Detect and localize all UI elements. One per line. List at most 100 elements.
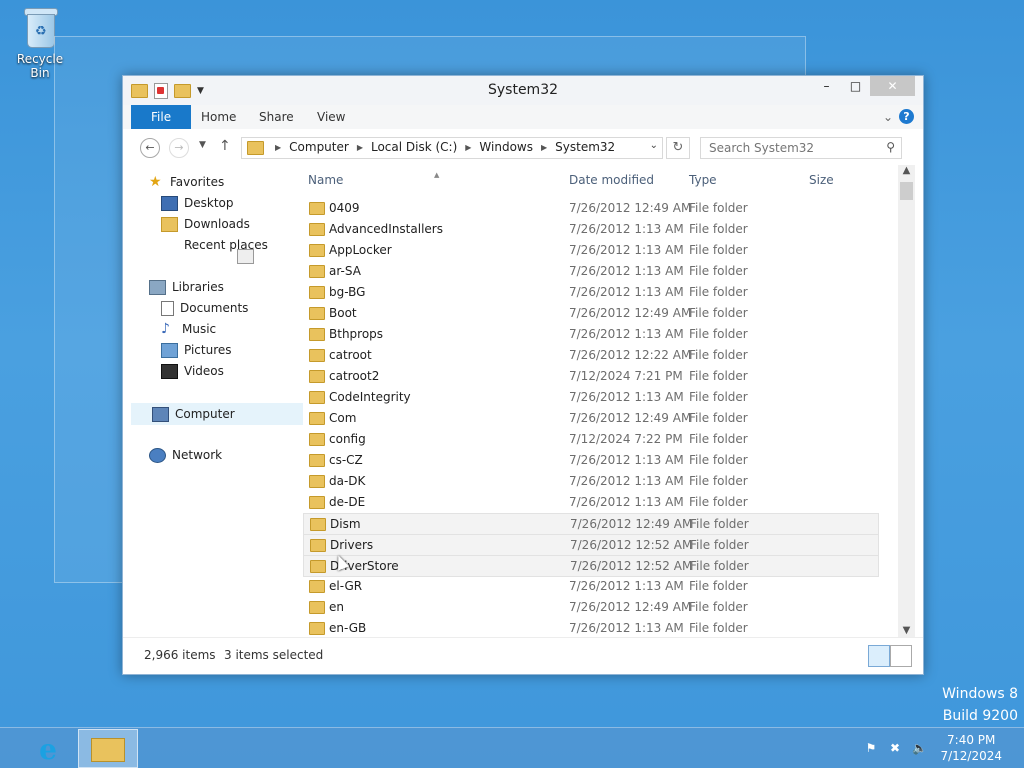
- nav-favorites[interactable]: ★ Favorites: [149, 172, 224, 192]
- help-icon[interactable]: ?: [899, 109, 914, 124]
- nav-videos[interactable]: Videos: [161, 361, 224, 381]
- folder-icon: [309, 580, 325, 593]
- file-date-modified: 7/26/2012 1:13 AM: [569, 264, 684, 278]
- tab-view[interactable]: View: [303, 105, 359, 129]
- breadcrumb-local-disk[interactable]: Local Disk (C:): [371, 140, 457, 154]
- up-button[interactable]: ↑: [219, 138, 231, 154]
- minimize-button[interactable]: –: [812, 76, 841, 96]
- navigation-pane: ★ Favorites Desktop Downloads Recent pla…: [123, 165, 303, 638]
- breadcrumb-separator-icon[interactable]: ▶: [275, 143, 281, 152]
- music-icon: ♪: [161, 320, 170, 337]
- breadcrumb-computer[interactable]: Computer: [289, 140, 349, 154]
- nav-libraries[interactable]: Libraries: [149, 277, 224, 297]
- address-bar[interactable]: ▶ Computer ▶ Local Disk (C:) ▶ Windows ▶…: [241, 137, 663, 159]
- table-row[interactable]: config 7/12/2024 7:22 PM File folder: [303, 429, 877, 449]
- table-row[interactable]: cs-CZ 7/26/2012 1:13 AM File folder: [303, 450, 877, 470]
- nav-network-label: Network: [172, 448, 223, 462]
- action-center-flag-icon[interactable]: ⚑: [864, 741, 878, 755]
- table-row[interactable]: 0409 7/26/2012 12:49 AM File folder: [303, 198, 877, 218]
- nav-downloads[interactable]: Downloads: [161, 214, 250, 234]
- folder-icon: [310, 518, 326, 531]
- folder-icon: [310, 560, 326, 573]
- file-name: AppLocker: [329, 243, 392, 257]
- column-header-date[interactable]: Date modified: [569, 173, 654, 187]
- column-header-name[interactable]: Name ▲: [308, 171, 439, 187]
- internet-explorer-button[interactable]: e: [24, 731, 72, 767]
- table-row[interactable]: DriverStore 7/26/2012 12:52 AM File folder: [303, 555, 879, 577]
- file-type: File folder: [689, 327, 748, 341]
- table-row[interactable]: en-GB 7/26/2012 1:13 AM File folder: [303, 618, 877, 638]
- table-row[interactable]: catroot 7/26/2012 12:22 AM File folder: [303, 345, 877, 365]
- file-type: File folder: [689, 201, 748, 215]
- vertical-scrollbar[interactable]: ▲ ▼: [898, 165, 915, 638]
- breadcrumb-separator-icon[interactable]: ▶: [357, 143, 363, 152]
- large-icons-view-icon[interactable]: [890, 645, 912, 667]
- breadcrumb-separator-icon[interactable]: ▶: [541, 143, 547, 152]
- table-row[interactable]: Bthprops 7/26/2012 1:13 AM File folder: [303, 324, 877, 344]
- table-row[interactable]: de-DE 7/26/2012 1:13 AM File folder: [303, 492, 877, 512]
- nav-documents[interactable]: Documents: [161, 298, 248, 318]
- tab-file[interactable]: File: [131, 105, 192, 129]
- nav-pictures[interactable]: Pictures: [161, 340, 232, 360]
- column-header-type[interactable]: Type: [689, 173, 717, 187]
- network-disconnected-icon[interactable]: ✖: [888, 741, 902, 755]
- scroll-down-icon[interactable]: ▼: [898, 625, 915, 636]
- nav-recent-places[interactable]: Recent places: [161, 235, 268, 264]
- forward-button[interactable]: →: [169, 138, 189, 158]
- table-row[interactable]: Dism 7/26/2012 12:49 AM File folder: [303, 513, 879, 535]
- nav-desktop[interactable]: Desktop: [161, 193, 234, 213]
- nav-music[interactable]: ♪ Music: [161, 319, 216, 339]
- maximize-button[interactable]: □: [841, 76, 870, 96]
- volume-muted-icon[interactable]: 🔈: [912, 741, 927, 755]
- tab-share[interactable]: Share: [245, 105, 308, 129]
- computer-icon: [152, 406, 169, 422]
- title-bar[interactable]: ▼ System32 – □ ✕: [123, 76, 923, 105]
- nav-network[interactable]: Network: [149, 445, 222, 465]
- clock-date: 7/12/2024: [940, 749, 1002, 763]
- tab-home[interactable]: Home: [187, 105, 250, 129]
- window-controls: – □ ✕: [812, 76, 915, 96]
- column-header-size[interactable]: Size: [809, 173, 834, 187]
- file-list: Name ▲ Date modified Type Size 0409 7/26/…: [303, 165, 903, 638]
- details-view-icon[interactable]: [868, 645, 890, 667]
- table-row[interactable]: AppLocker 7/26/2012 1:13 AM File folder: [303, 240, 877, 260]
- back-button[interactable]: ←: [140, 138, 160, 158]
- breadcrumb-windows[interactable]: Windows: [479, 140, 533, 154]
- breadcrumb-separator-icon[interactable]: ▶: [465, 143, 471, 152]
- file-name: Bthprops: [329, 327, 384, 341]
- search-icon[interactable]: ⚲: [886, 140, 895, 154]
- folder-icon: [309, 433, 325, 446]
- search-box[interactable]: ⚲: [700, 137, 902, 159]
- table-row[interactable]: da-DK 7/26/2012 1:13 AM File folder: [303, 471, 877, 491]
- nav-computer[interactable]: Computer: [131, 403, 303, 425]
- close-button[interactable]: ✕: [870, 76, 915, 96]
- status-bar: 2,966 items 3 items selected: [123, 637, 923, 674]
- address-history-icon[interactable]: ⌄: [650, 140, 658, 151]
- clock[interactable]: 7:40 PM 7/12/2024: [940, 732, 1002, 764]
- recent-locations-icon[interactable]: ▼: [199, 140, 206, 150]
- file-type: File folder: [689, 390, 748, 404]
- file-explorer-button[interactable]: [78, 729, 138, 768]
- taskbar: e ⚑ ✖ 🔈 7:40 PM 7/12/2024: [0, 727, 1024, 768]
- table-row[interactable]: ar-SA 7/26/2012 1:13 AM File folder: [303, 261, 877, 281]
- file-type: File folder: [689, 432, 748, 446]
- table-row[interactable]: Com 7/26/2012 12:49 AM File folder: [303, 408, 877, 428]
- expand-ribbon-icon[interactable]: ⌄: [883, 110, 893, 124]
- scroll-up-icon[interactable]: ▲: [898, 165, 915, 176]
- table-row[interactable]: CodeIntegrity 7/26/2012 1:13 AM File folde…: [303, 387, 877, 407]
- table-row[interactable]: Boot 7/26/2012 12:49 AM File folder: [303, 303, 877, 323]
- table-row[interactable]: el-GR 7/26/2012 1:13 AM File folder: [303, 576, 877, 596]
- scroll-thumb[interactable]: [900, 182, 913, 200]
- breadcrumb-system32[interactable]: System32: [555, 140, 615, 154]
- nav-favorites-label: Favorites: [170, 175, 225, 189]
- table-row[interactable]: AdvancedInstallers 7/26/2012 1:13 AM File …: [303, 219, 877, 239]
- table-row[interactable]: en 7/26/2012 12:49 AM File folder: [303, 597, 877, 617]
- file-name: bg-BG: [329, 285, 366, 299]
- file-type: File folder: [689, 264, 748, 278]
- refresh-button[interactable]: ↻: [666, 137, 690, 159]
- search-input[interactable]: [707, 138, 881, 158]
- table-row[interactable]: catroot2 7/12/2024 7:21 PM File folder: [303, 366, 877, 386]
- table-row[interactable]: bg-BG 7/26/2012 1:13 AM File folder: [303, 282, 877, 302]
- file-name: Com: [329, 411, 357, 425]
- table-row[interactable]: Drivers 7/26/2012 12:52 AM File folder: [303, 534, 879, 556]
